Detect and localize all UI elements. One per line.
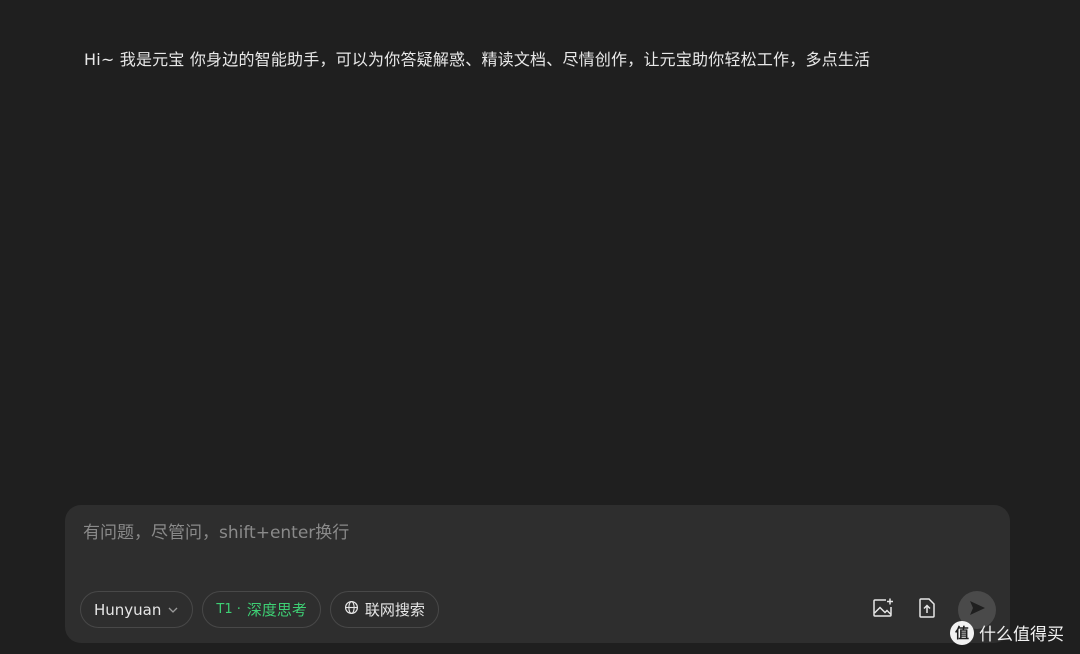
chat-page: Hi~ 我是元宝 你身边的智能助手，可以为你答疑解惑、精读文档、尽情创作，让元宝… (0, 0, 1080, 654)
deep-think-label: 深度思考 (246, 601, 307, 619)
deep-think-prefix: T1 · (216, 602, 241, 617)
watermark-text: 什么值得买 (979, 625, 1064, 645)
watermark-logo: 值 (950, 620, 974, 645)
site-watermark: 值 什么值得买 (950, 620, 1064, 645)
chevron-down-icon (167, 604, 179, 616)
welcome-message: Hi~ 我是元宝 你身边的智能助手，可以为你答疑解惑、精读文档、尽情创作，让元宝… (84, 50, 871, 69)
send-icon (967, 598, 987, 622)
model-selector-button[interactable]: Hunyuan (80, 591, 194, 628)
file-upload-icon (915, 596, 939, 624)
deep-think-toggle[interactable]: T1 · 深度思考 (202, 591, 321, 628)
image-plus-icon (871, 596, 895, 624)
prompt-input[interactable] (83, 519, 983, 547)
composer-toolbar: Hunyuan T1 · 深度思考 联网搜索 (80, 591, 439, 628)
globe-icon (344, 600, 359, 619)
image-upload-button[interactable] (870, 597, 896, 623)
model-selector-label: Hunyuan (94, 600, 162, 619)
web-search-toggle[interactable]: 联网搜索 (329, 591, 439, 628)
file-upload-button[interactable] (914, 597, 940, 623)
chat-composer: Hunyuan T1 · 深度思考 联网搜索 (65, 505, 1010, 643)
web-search-label: 联网搜索 (364, 601, 425, 619)
